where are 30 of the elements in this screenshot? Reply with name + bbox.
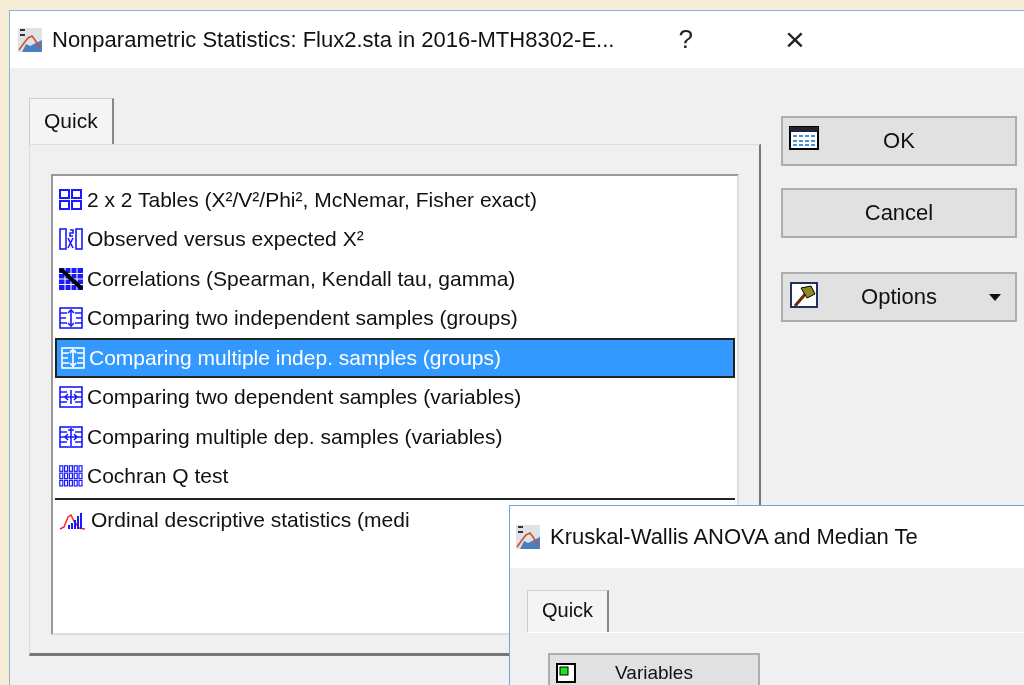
tab[interactable]: Quick [527,590,610,632]
list-item[interactable]: 2 x 2 Tables (X²/V²/Phi², McNemar, Fisher exact) [55,180,735,220]
hammer-icon [790,282,818,308]
tab[interactable]: Quick [29,98,114,144]
list-item[interactable]: Comparing two independent samples (groups) [55,298,735,338]
variables-icon [556,663,576,683]
help-button[interactable]: ? [678,24,693,55]
list-item[interactable]: Cochran Q test [55,456,735,496]
binary-digits-icon [59,465,83,488]
caret-icon [989,294,1001,301]
close-button[interactable]: × [784,20,805,59]
chart-icon [516,525,540,549]
observed-expected-icon [59,228,83,251]
table-grid-icon [59,188,83,211]
list-item[interactable]: Observed versus expected X² [55,219,735,259]
table-icon [789,126,819,150]
list-item[interactable]: Comparing multiple dep. samples (variables) [55,417,735,457]
compare-samples-icon [59,425,83,448]
compare-samples-icon [59,307,83,330]
compare-samples-icon [61,346,85,369]
matrix-icon [59,267,83,290]
ok-button[interactable]: OK [781,116,1017,166]
chart-icon [18,27,42,52]
cancel-button[interactable]: Cancel [781,188,1017,238]
variables-button[interactable]: Variables [548,653,760,685]
list-item[interactable]: Comparing two dependent samples (variables) [55,377,735,417]
compare-samples-icon [59,386,83,409]
window-title: Nonparametric Statistics: Flux2.sta in 2016-MTH8302-E... [52,26,615,53]
list-item[interactable]: Correlations (Spearman, Kendall tau, gamma) [55,259,735,299]
options-button[interactable]: Options [781,272,1017,322]
